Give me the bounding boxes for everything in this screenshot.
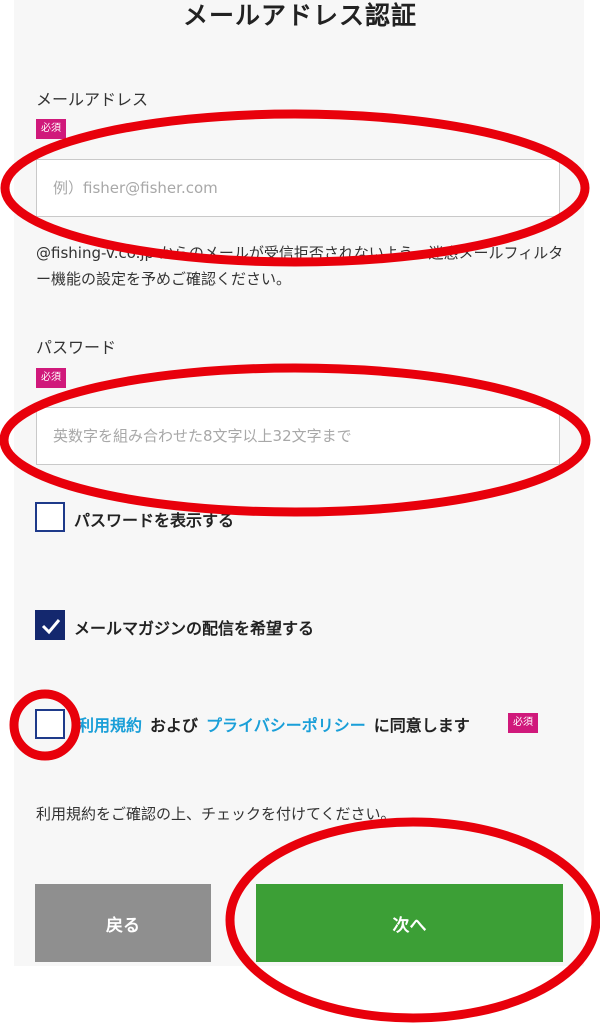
back-button[interactable]: 戻る xyxy=(35,884,211,962)
terms-required-badge: 必須 xyxy=(508,713,538,733)
email-note: @fishing-v.co.jp からのメールが受信拒否されないよう、迷惑メール… xyxy=(36,244,564,288)
password-input[interactable] xyxy=(36,407,560,465)
terms-of-use-link[interactable]: 利用規約 xyxy=(78,716,142,735)
password-label: パスワード xyxy=(36,338,117,357)
checkmark-icon xyxy=(41,619,61,635)
terms-agree-text: に同意します xyxy=(373,716,470,735)
password-required-badge: 必須 xyxy=(36,368,66,388)
show-password-checkbox[interactable] xyxy=(35,502,65,532)
email-required-badge: 必須 xyxy=(36,119,66,139)
email-input[interactable] xyxy=(36,159,560,217)
terms-and-text: および xyxy=(150,716,199,735)
show-password-label[interactable]: パスワードを表示する xyxy=(74,507,234,531)
newsletter-label[interactable]: メールマガジンの配信を希望する xyxy=(74,615,314,639)
privacy-policy-link[interactable]: プライバシーポリシー xyxy=(206,716,366,735)
newsletter-checkbox[interactable] xyxy=(35,610,65,640)
next-button[interactable]: 次へ xyxy=(256,884,563,962)
page-title: メールアドレス認証 xyxy=(182,1,417,30)
email-label: メールアドレス xyxy=(36,90,149,109)
terms-note: 利用規約をご確認の上、チェックを付けてください。 xyxy=(36,805,396,823)
terms-checkbox[interactable] xyxy=(35,709,65,739)
terms-label: 利用規約 および プライバシーポリシー に同意します xyxy=(78,712,478,736)
